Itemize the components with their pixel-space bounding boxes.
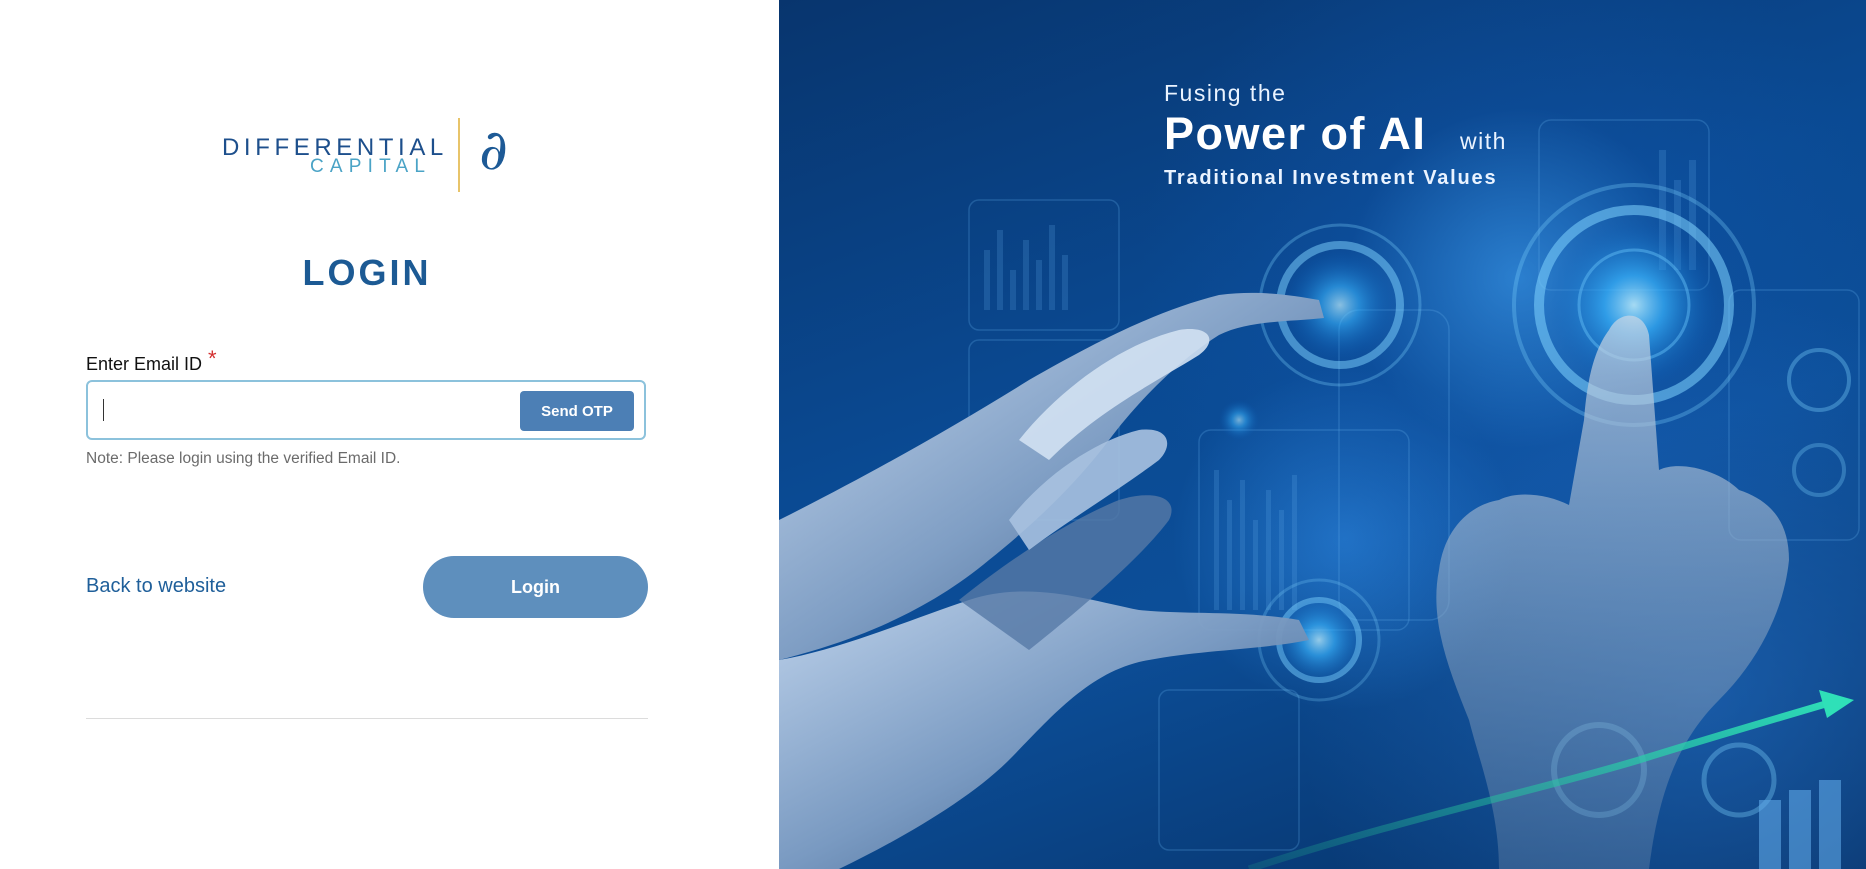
email-label: Enter Email ID * (86, 346, 217, 376)
logo-name-line2: CAPITAL (310, 156, 432, 177)
email-label-text: Enter Email ID (86, 354, 203, 374)
login-button[interactable]: Login (423, 556, 648, 618)
email-field[interactable] (102, 394, 506, 428)
logo-partial-symbol: ∂ (479, 118, 508, 183)
login-page: DIFFERENTIAL CAPITAL ∂ LOGIN Enter Email… (0, 0, 1866, 869)
hero-tagline-with: with (1460, 128, 1507, 154)
hero-image: Fusing the Power of AI with Traditional … (779, 0, 1866, 869)
text-caret (103, 399, 104, 421)
page-title: LOGIN (302, 252, 432, 293)
brand-logo: DIFFERENTIAL CAPITAL ∂ (222, 116, 514, 194)
login-panel: DIFFERENTIAL CAPITAL ∂ LOGIN Enter Email… (0, 0, 779, 869)
back-to-website-link[interactable]: Back to website (86, 575, 226, 598)
hero-tagline-line2: Power of AI (1164, 108, 1427, 159)
divider (86, 718, 648, 719)
logo-divider (458, 118, 460, 192)
email-field-container: Send OTP (86, 380, 646, 440)
required-marker: * (208, 346, 217, 371)
email-note: Note: Please login using the verified Em… (86, 450, 401, 467)
hero-tagline-line3: Traditional Investment Values (1164, 167, 1498, 189)
hero-tagline-line1: Fusing the (1164, 80, 1287, 106)
human-hand (1436, 315, 1789, 869)
send-otp-button[interactable]: Send OTP (520, 391, 634, 431)
